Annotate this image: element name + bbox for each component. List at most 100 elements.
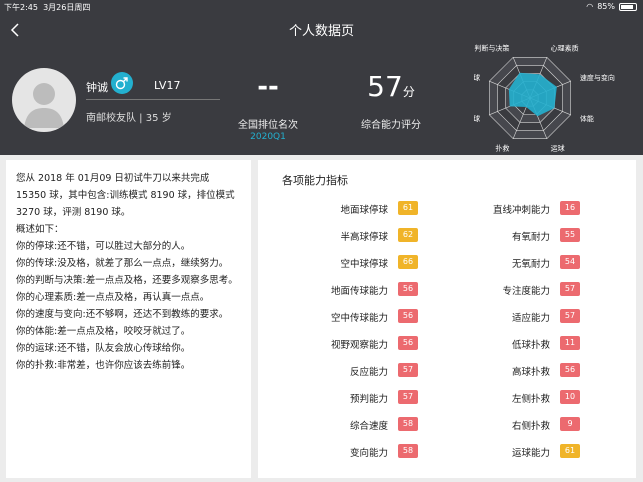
ability-score-badge: 61	[560, 444, 580, 458]
ability-row: 运球能力 61	[430, 443, 580, 459]
ability-label: 地面传球能力	[330, 286, 388, 297]
summary-line: 你的停球:还不错，可以胜过大部分的人。	[16, 241, 191, 252]
season-label[interactable]: 2020Q1	[228, 132, 308, 142]
ability-score-badge: 56	[398, 282, 418, 296]
ability-score-badge: 57	[560, 309, 580, 323]
ability-row: 反应能力 57	[268, 362, 418, 378]
abilities-title: 各项能力指标	[282, 174, 348, 187]
ability-label: 综合速度	[349, 421, 388, 432]
ability-row: 变向能力 58	[268, 443, 418, 459]
ability-row: 视野观察能力 56	[268, 335, 418, 351]
summary-panel: 您从 2018 年 01月09 日初试牛刀以来共完成 15350 球，其中包含:…	[6, 160, 251, 478]
user-silhouette-icon	[24, 83, 64, 128]
ability-score-badge: 10	[560, 390, 580, 404]
summary-line: 您从 2018 年 01月09 日初试牛刀以来共完成 15350 球，其中包含:…	[16, 173, 235, 218]
summary-line: 概述如下：	[16, 224, 64, 235]
radar-axis-label: 体能	[580, 114, 594, 123]
ability-score-badge: 56	[398, 336, 418, 350]
ability-row: 有氧耐力 55	[430, 227, 580, 243]
summary-line: 你的判断与决策:差一点点及格，还要多观察多思考。	[16, 275, 238, 286]
radar-axis-label: 心理素质	[551, 44, 579, 53]
male-icon[interactable]	[111, 72, 133, 94]
summary-line: 你的体能:差一点点及格，咬咬牙就过了。	[16, 326, 191, 337]
ability-label: 右侧扑救	[511, 421, 550, 432]
ability-label: 变向能力	[349, 448, 388, 459]
radar-chart[interactable]: 判断与决策 心理素质速度与变向体能运球 扑救 停球 传球	[474, 40, 642, 152]
abilities-panel: 各项能力指标 地面球停球 61 半高球停球 62 空中球停球 66 地面传球能力 56 空中传球…	[258, 160, 636, 478]
wifi-icon: ◠	[586, 2, 594, 11]
profile-divider	[86, 99, 220, 100]
player-name: 钟诚	[86, 81, 108, 94]
summary-line: 你的传球:没及格，就差了那么一点点，继续努力。	[16, 258, 229, 269]
rank-value: --	[257, 72, 279, 102]
ability-row: 专注度能力 57	[430, 281, 580, 297]
ability-score-badge: 62	[398, 228, 418, 242]
summary-line: 你的运球:还不错，队友会放心传球给你。	[16, 343, 191, 354]
status-date: 3月26日周四	[43, 3, 91, 12]
ability-row: 无氧耐力 54	[430, 254, 580, 270]
ability-row: 地面传球能力 56	[268, 281, 418, 297]
rank-label: 全国排位名次	[238, 120, 298, 131]
ability-row: 空中球停球 66	[268, 254, 418, 270]
ability-label: 低球扑救	[511, 340, 550, 351]
radar-axis-label: 扑救	[495, 143, 509, 152]
ability-score-badge: 61	[398, 201, 418, 215]
avatar[interactable]	[12, 68, 76, 132]
ability-score-badge: 54	[560, 255, 580, 269]
radar-axis-label: 传球	[474, 73, 480, 82]
summary-line: 你的心理素质:差一点点及格，再认真一点点。	[16, 292, 210, 303]
ability-score-badge: 9	[560, 417, 580, 431]
ability-label: 预判能力	[349, 394, 388, 405]
ability-row: 预判能力 57	[268, 389, 418, 405]
ability-score-badge: 16	[560, 201, 580, 215]
radar-axis-label: 速度与变向	[580, 73, 615, 82]
ability-score-badge: 58	[398, 417, 418, 431]
ability-label: 地面球停球	[340, 205, 388, 216]
ability-row: 空中传球能力 56	[268, 308, 418, 324]
score-display: 57分	[356, 70, 426, 103]
score-value: 57	[367, 70, 403, 103]
ability-label: 有氧耐力	[511, 232, 550, 243]
status-time: 下午2:45 3月26日周四	[4, 3, 91, 12]
ability-row: 半高球停球 62	[268, 227, 418, 243]
ability-score-badge: 56	[398, 309, 418, 323]
ability-row: 适应能力 57	[430, 308, 580, 324]
ability-row: 左侧扑救 10	[430, 389, 580, 405]
summary-line: 你的速度与变向:还不够啊，还达不到教练的要求。	[16, 309, 229, 320]
ability-label: 反应能力	[349, 367, 388, 378]
ability-row: 低球扑救 11	[430, 335, 580, 351]
ability-label: 直线冲刺能力	[492, 205, 550, 216]
ability-score-badge: 66	[398, 255, 418, 269]
ability-label: 运球能力	[511, 448, 550, 459]
status-bar: 下午2:45 3月26日周四 ◠ 85%	[0, 0, 643, 14]
status-right: ◠ 85%	[586, 2, 637, 11]
ability-label: 专注度能力	[502, 286, 550, 297]
summary-line: 你的扑救:非常差，也许你应该去练前锋。	[16, 360, 191, 371]
ability-score-badge: 57	[560, 282, 580, 296]
ability-score-badge: 56	[560, 363, 580, 377]
ability-row: 直线冲刺能力 16	[430, 200, 580, 216]
battery-icon	[619, 2, 637, 11]
score-unit: 分	[402, 85, 415, 99]
ability-score-badge: 11	[560, 336, 580, 350]
ability-label: 无氧耐力	[511, 259, 550, 270]
header-bar: 下午2:45 3月26日周四 ◠ 85% 个人数据页 钟诚 LV17 南邮校友队…	[0, 0, 643, 155]
radar-axis-label: 判断与决策	[474, 44, 509, 53]
ability-label: 空中球停球	[340, 259, 388, 270]
ability-score-badge: 55	[560, 228, 580, 242]
ability-row: 地面球停球 61	[268, 200, 418, 216]
battery-percent: 85%	[597, 2, 615, 11]
page-title: 个人数据页	[288, 24, 354, 39]
ability-label: 高球扑救	[511, 367, 550, 378]
player-level: LV17	[154, 79, 181, 92]
battery-fill	[621, 4, 633, 9]
ability-label: 半高球停球	[340, 232, 388, 243]
radar-axis-label: 停球	[474, 114, 480, 123]
score-label: 综合能力评分	[361, 120, 421, 131]
ability-label: 空中传球能力	[330, 313, 388, 324]
ability-label: 视野观察能力	[330, 340, 388, 351]
ability-score-badge: 57	[398, 363, 418, 377]
radar-axis-label: 运球	[551, 143, 565, 152]
ability-label: 适应能力	[511, 313, 550, 324]
ability-row: 综合速度 58	[268, 416, 418, 432]
